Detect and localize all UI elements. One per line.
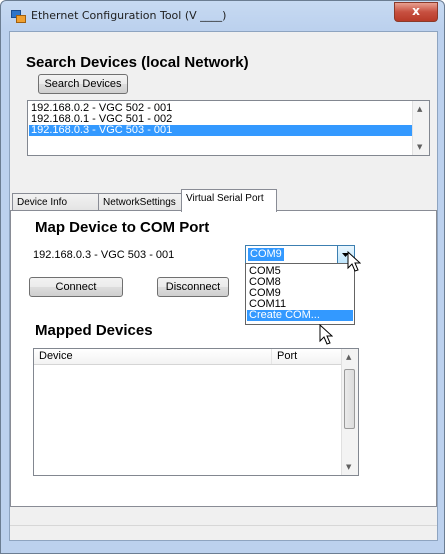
mouse-pointer-icon: [347, 251, 361, 272]
map-device-title: Map Device to COM Port: [35, 219, 210, 236]
tab-virtual-serial-port[interactable]: Virtual Serial Port: [181, 189, 277, 212]
title-bar[interactable]: Ethernet Configuration Tool (V ____) x: [1, 1, 444, 31]
app-window: Ethernet Configuration Tool (V ____) x S…: [0, 0, 445, 554]
dropdown-option[interactable]: Create COM...: [247, 310, 353, 321]
com-port-combobox[interactable]: COM9: [245, 245, 355, 264]
table-header: Device Port: [34, 349, 343, 365]
status-bar: [10, 525, 437, 540]
com-port-value: COM9: [248, 248, 284, 261]
virtual-serial-port-panel: Map Device to COM Port 192.168.0.3 - VGC…: [10, 210, 437, 507]
scroll-down-icon[interactable]: ▼: [346, 463, 351, 471]
com-port-dropdown[interactable]: COM5 COM8 COM9 COM11 Create COM...: [245, 263, 355, 325]
connect-button[interactable]: Connect: [29, 277, 123, 297]
mapped-devices-title: Mapped Devices: [35, 322, 153, 339]
selected-device-label: 192.168.0.3 - VGC 503 - 001: [33, 249, 175, 261]
tab-strip: Device Info NetworkSettings Virtual Seri…: [10, 189, 437, 212]
scroll-up-icon[interactable]: ▲: [417, 105, 422, 113]
mouse-pointer-icon: [319, 324, 333, 345]
table-scrollbar[interactable]: ▲ ▼: [341, 349, 358, 475]
tab-device-info[interactable]: Device Info: [12, 193, 99, 211]
scrollbar-thumb[interactable]: [344, 369, 355, 429]
close-button[interactable]: x: [394, 2, 438, 22]
search-section-title: Search Devices (local Network): [26, 54, 249, 71]
disconnect-button[interactable]: Disconnect: [157, 277, 229, 297]
scroll-up-icon[interactable]: ▲: [346, 353, 351, 361]
scroll-down-icon[interactable]: ▼: [417, 143, 422, 151]
device-list[interactable]: 192.168.0.2 - VGC 502 - 001 192.168.0.1 -…: [27, 100, 430, 156]
network-app-icon: [11, 10, 26, 23]
tab-network-settings[interactable]: NetworkSettings: [98, 193, 182, 211]
column-device[interactable]: Device: [34, 349, 272, 364]
client-area: Search Devices (local Network) Search De…: [9, 31, 438, 541]
device-list-scrollbar[interactable]: ▲ ▼: [412, 101, 429, 155]
mapped-devices-table[interactable]: Device Port ▲ ▼: [33, 348, 359, 476]
window-title: Ethernet Configuration Tool (V ____): [31, 9, 227, 22]
search-devices-button[interactable]: Search Devices: [38, 74, 128, 94]
list-item[interactable]: 192.168.0.3 - VGC 503 - 001: [29, 125, 412, 136]
column-port[interactable]: Port: [272, 349, 343, 364]
